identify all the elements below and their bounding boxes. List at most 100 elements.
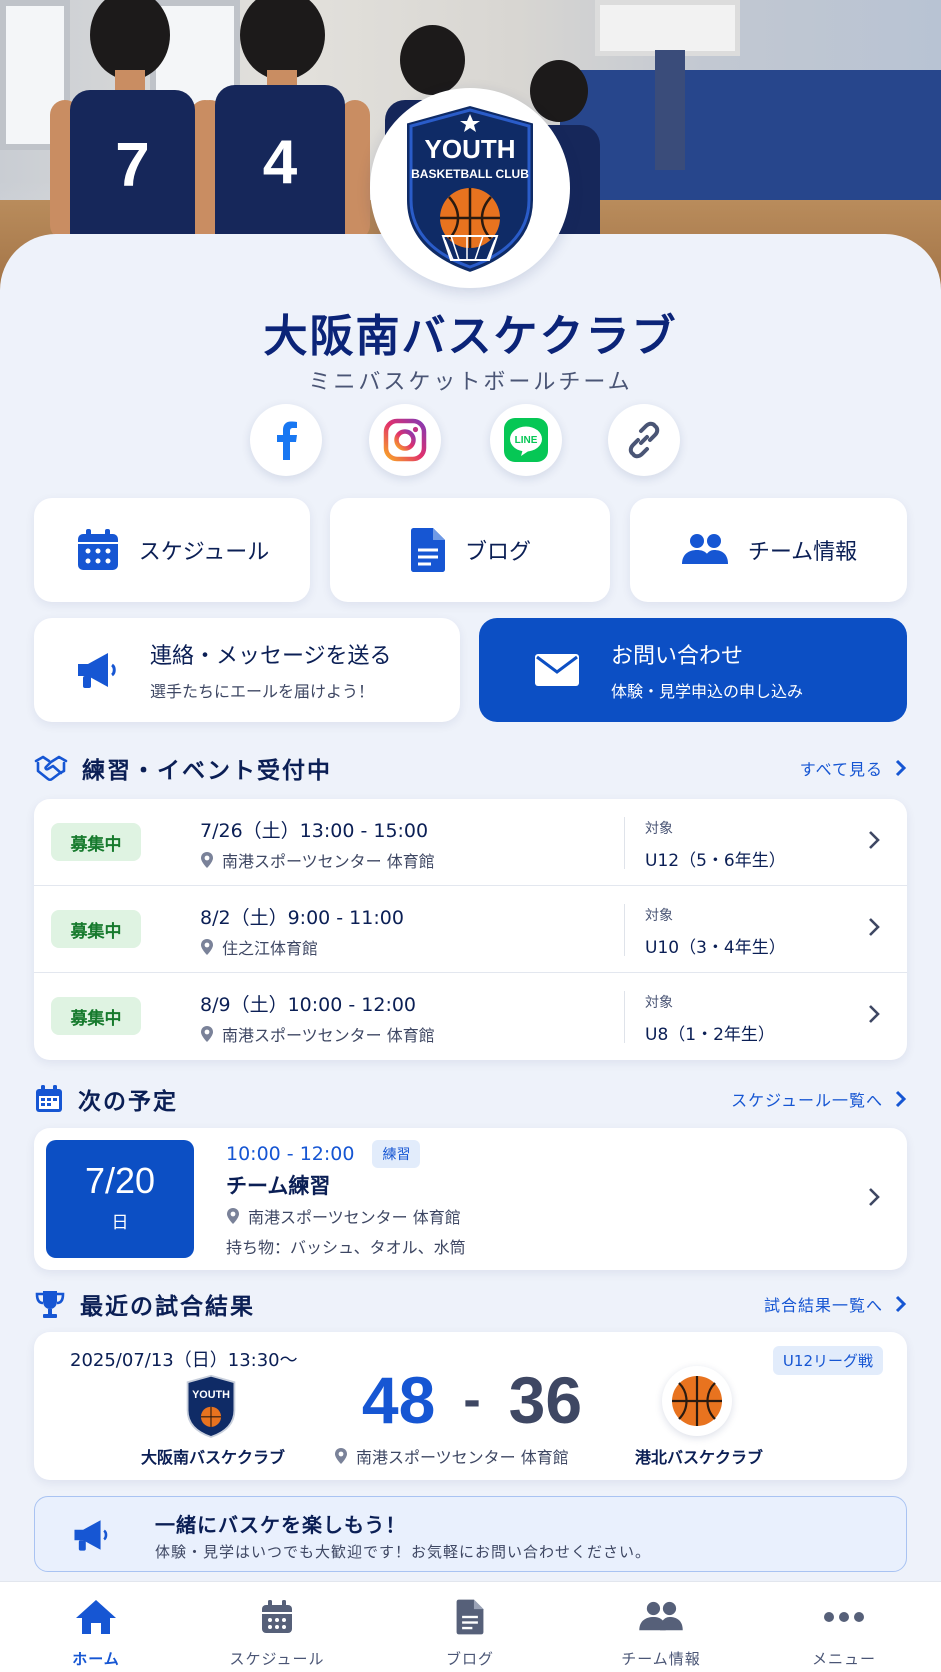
latest-result-card[interactable]: 2025/07/13（日）13:30〜 U12リーグ戦 YOUTH 大阪南バスケ… bbox=[34, 1332, 907, 1480]
home-team-name: 大阪南バスケクラブ bbox=[140, 1448, 285, 1467]
target-value: U8（1・2年生） bbox=[645, 1025, 775, 1045]
jersey-number: 7 bbox=[70, 90, 195, 240]
event-place: 南港スポーツセンター 体育館 bbox=[200, 1022, 435, 1046]
next-time: 10:00 - 12:00 bbox=[226, 1143, 355, 1165]
score: 48 - 36 bbox=[352, 1362, 592, 1438]
event-date: 8/9（土）10:00 - 12:00 bbox=[200, 994, 417, 1016]
blog-card[interactable]: ブログ bbox=[330, 498, 610, 602]
score-separator: - bbox=[463, 1371, 481, 1429]
next-event-card[interactable]: 7/20 日 10:00 - 12:00 練習 チーム練習 南港スポーツセンター… bbox=[34, 1128, 907, 1270]
contact-card[interactable]: お問い合わせ 体験・見学申込の申し込み bbox=[479, 618, 907, 722]
link-button[interactable] bbox=[608, 404, 680, 476]
club-shield-icon: YOUTH BASKETBALL CLUB bbox=[403, 101, 537, 276]
team-icon bbox=[639, 1601, 683, 1631]
bottom-navigation: ホーム スケジュール ブログ チーム情報 メニュー bbox=[0, 1581, 941, 1672]
welcome-banner: 一緒にバスケを楽しもう！ 体験・見学はいつでも大歓迎です！お気軽にお問い合わせく… bbox=[34, 1496, 907, 1572]
event-place-text: 南港スポーツセンター 体育館 bbox=[222, 852, 435, 871]
league-tag: U12リーグ戦 bbox=[772, 1346, 883, 1375]
results-list-label: 試合結果一覧へ bbox=[763, 1296, 883, 1315]
contact-title: お問い合わせ bbox=[611, 644, 744, 669]
location-pin-icon bbox=[201, 852, 213, 868]
instagram-button[interactable] bbox=[369, 404, 441, 476]
nav-team-info-label: チーム情報 bbox=[621, 1650, 701, 1668]
line-button[interactable]: LINE bbox=[490, 404, 562, 476]
results-list-link[interactable]: 試合結果一覧へ bbox=[764, 1292, 907, 1316]
nav-blog[interactable]: ブログ bbox=[380, 1582, 560, 1672]
divider bbox=[624, 991, 625, 1043]
backboard bbox=[595, 0, 740, 56]
target-value: U12（5・6年生） bbox=[645, 851, 786, 871]
calendar-icon bbox=[262, 1600, 292, 1633]
next-date: 7/20 bbox=[84, 1160, 156, 1201]
chevron-right-icon bbox=[869, 1005, 880, 1023]
target-value: U10（3・4年生） bbox=[645, 938, 786, 958]
megaphone-icon bbox=[78, 653, 116, 688]
handshake-icon bbox=[34, 755, 68, 782]
home-score: 48 bbox=[361, 1363, 436, 1437]
nav-schedule[interactable]: スケジュール bbox=[187, 1582, 367, 1672]
blog-label: ブログ bbox=[464, 540, 531, 565]
open-badge: 募集中 bbox=[51, 910, 141, 948]
nav-team-info[interactable]: チーム情報 bbox=[571, 1582, 751, 1672]
event-place-text: 南港スポーツセンター 体育館 bbox=[222, 1026, 435, 1045]
event-row[interactable]: 募集中 8/2（土）9:00 - 11:00 住之江体育館 対象 U10（3・4… bbox=[34, 886, 907, 973]
results-heading: 最近の試合結果 bbox=[80, 1294, 255, 1320]
event-row[interactable]: 募集中 8/9（土）10:00 - 12:00 南港スポーツセンター 体育館 対… bbox=[34, 973, 907, 1060]
match-place-text: 南港スポーツセンター 体育館 bbox=[356, 1448, 569, 1467]
team-info-label: チーム情報 bbox=[747, 540, 858, 565]
nav-blog-label: ブログ bbox=[445, 1650, 494, 1668]
match-place: 南港スポーツセンター 体育館 bbox=[334, 1444, 569, 1468]
basketball-icon bbox=[672, 1376, 722, 1426]
events-see-all-link[interactable]: すべて見る bbox=[800, 756, 907, 780]
events-list: 募集中 7/26（土）13:00 - 15:00 南港スポーツセンター 体育館 … bbox=[34, 799, 907, 1060]
schedule-list-link[interactable]: スケジュール一覧へ bbox=[731, 1087, 907, 1111]
event-place-text: 住之江体育館 bbox=[222, 939, 319, 958]
away-score: 36 bbox=[508, 1363, 583, 1437]
contact-subtitle: 体験・見学申込の申し込み bbox=[611, 682, 804, 701]
hoop-pole bbox=[655, 50, 685, 170]
event-place: 南港スポーツセンター 体育館 bbox=[200, 848, 435, 872]
document-icon bbox=[456, 1599, 484, 1635]
calendar-icon bbox=[77, 529, 118, 570]
trophy-icon bbox=[35, 1291, 65, 1318]
next-date-box: 7/20 日 bbox=[46, 1140, 194, 1258]
home-icon bbox=[76, 1600, 116, 1634]
nav-home[interactable]: ホーム bbox=[6, 1582, 186, 1672]
chevron-right-icon bbox=[869, 918, 880, 936]
send-message-card[interactable]: 連絡・メッセージを送る 選手たちにエールを届けよう！ bbox=[34, 618, 460, 722]
schedule-card[interactable]: スケジュール bbox=[34, 498, 310, 602]
line-icon: LINE bbox=[504, 418, 548, 462]
document-icon bbox=[410, 528, 445, 572]
event-row[interactable]: 募集中 7/26（土）13:00 - 15:00 南港スポーツセンター 体育館 … bbox=[34, 799, 907, 886]
banner-title: 一緒にバスケを楽しもう！ bbox=[155, 1513, 407, 1537]
location-pin-icon bbox=[201, 1026, 213, 1042]
player: 4 bbox=[195, 0, 370, 240]
team-icon bbox=[681, 534, 728, 564]
facebook-button[interactable] bbox=[250, 404, 322, 476]
away-team-logo bbox=[662, 1366, 732, 1436]
next-place-text: 南港スポーツセンター 体育館 bbox=[248, 1208, 461, 1227]
more-icon bbox=[824, 1612, 864, 1622]
event-date: 7/26（土）13:00 - 15:00 bbox=[200, 820, 429, 842]
next-weekday: 日 bbox=[111, 1213, 129, 1233]
chevron-right-icon bbox=[869, 1188, 880, 1206]
divider bbox=[624, 904, 625, 956]
send-message-subtitle: 選手たちにエールを届けよう！ bbox=[150, 682, 375, 701]
event-place: 住之江体育館 bbox=[200, 935, 318, 959]
calendar-icon bbox=[36, 1085, 62, 1112]
club-name: 大阪南バスケクラブ bbox=[263, 311, 678, 362]
away-team-name: 港北バスケクラブ bbox=[634, 1448, 763, 1467]
instagram-icon bbox=[383, 418, 427, 462]
location-pin-icon bbox=[201, 939, 213, 955]
see-all-label: すべて見る bbox=[799, 760, 883, 779]
send-message-title: 連絡・メッセージを送る bbox=[150, 644, 392, 669]
team-info-card[interactable]: チーム情報 bbox=[630, 498, 907, 602]
chevron-right-icon bbox=[895, 1295, 907, 1313]
club-logo: YOUTH BASKETBALL CLUB bbox=[370, 88, 570, 288]
open-badge: 募集中 bbox=[51, 823, 141, 861]
mail-icon bbox=[535, 654, 579, 686]
nav-menu[interactable]: メニュー bbox=[754, 1582, 934, 1672]
mini-logo-text: YOUTH bbox=[192, 1389, 230, 1401]
chevron-right-icon bbox=[895, 759, 907, 777]
target-label: 対象 bbox=[645, 995, 673, 1011]
